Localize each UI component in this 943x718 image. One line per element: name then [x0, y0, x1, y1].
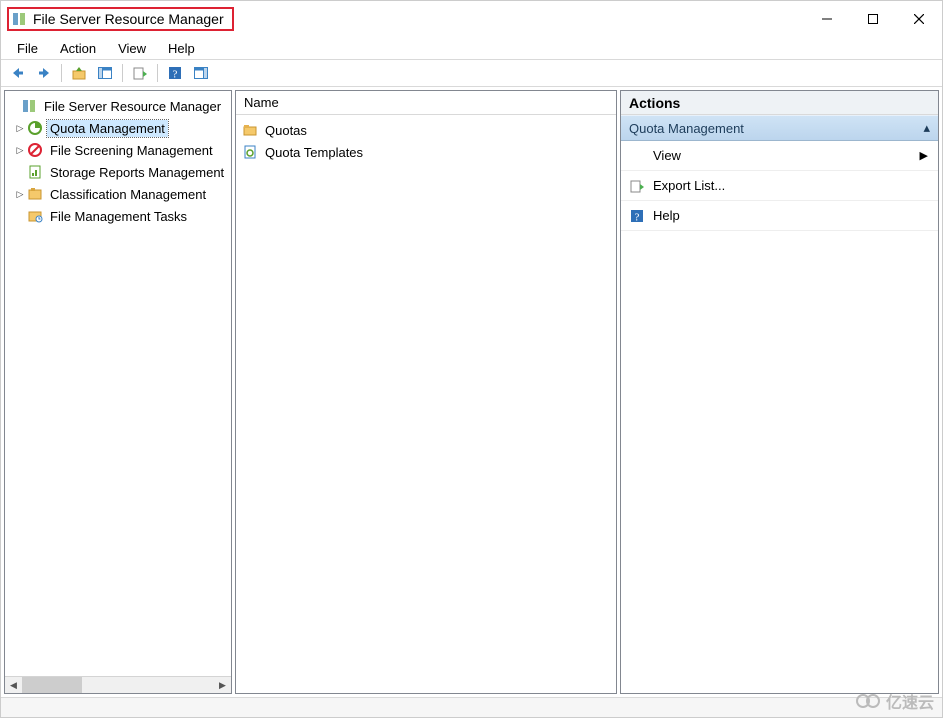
blank-icon	[629, 148, 645, 164]
list-body: Quotas Quota Templates	[236, 115, 616, 693]
file-screen-icon	[27, 142, 43, 158]
tree-item-file-screening[interactable]: ▷ File Screening Management	[5, 139, 231, 161]
actions-item-help[interactable]: ? Help	[621, 201, 938, 231]
tree-pane: File Server Resource Manager ▷ Quota Man…	[4, 90, 232, 694]
folder-icon	[242, 122, 258, 138]
tree-item-quota-management[interactable]: ▷ Quota Management	[5, 117, 231, 139]
minimize-button[interactable]	[804, 1, 850, 37]
tree-item-label: Classification Management	[47, 186, 209, 203]
export-list-button[interactable]	[129, 62, 151, 84]
svg-text:?: ?	[635, 211, 640, 223]
submenu-arrow-icon: ▶	[920, 149, 928, 162]
tree-twisty-icon[interactable]: ▷	[13, 189, 27, 200]
scrollbar-track[interactable]	[22, 677, 214, 693]
actions-section-header[interactable]: Quota Management ▴	[621, 115, 938, 141]
tree-item-storage-reports[interactable]: Storage Reports Management	[5, 161, 231, 183]
list-item-quotas[interactable]: Quotas	[240, 119, 612, 141]
tree-item-label: Storage Reports Management	[47, 164, 227, 181]
list-header-name: Name	[244, 95, 279, 110]
maximize-button[interactable]	[850, 1, 896, 37]
file-tasks-icon	[27, 208, 43, 224]
classification-icon	[27, 186, 43, 202]
list-item-label: Quotas	[262, 122, 310, 139]
reports-icon	[27, 164, 43, 180]
help-icon: ?	[629, 208, 645, 224]
window-controls	[804, 1, 942, 37]
help-button[interactable]: ?	[164, 62, 186, 84]
tree-item-label: File Screening Management	[47, 142, 216, 159]
toolbar-separator	[122, 64, 123, 82]
menu-file[interactable]: File	[7, 39, 48, 58]
fsrm-icon	[21, 98, 37, 114]
list-column-header[interactable]: Name	[236, 91, 616, 115]
tree-root-label: File Server Resource Manager	[41, 98, 224, 115]
app-icon	[11, 11, 27, 27]
menu-action[interactable]: Action	[50, 39, 106, 58]
show-hide-tree-button[interactable]	[94, 62, 116, 84]
template-icon	[242, 144, 258, 160]
list-pane: Name Quotas Quota Templates	[235, 90, 617, 694]
window-title: File Server Resource Manager	[33, 11, 224, 27]
close-button[interactable]	[896, 1, 942, 37]
actions-pane: Actions Quota Management ▴ View ▶ Export…	[620, 90, 939, 694]
quota-icon	[27, 120, 43, 136]
toolbar-separator	[157, 64, 158, 82]
actions-title: Actions	[621, 91, 938, 115]
horizontal-scrollbar[interactable]: ◀ ▶	[5, 676, 231, 693]
tree-twisty-icon[interactable]: ▷	[13, 123, 27, 134]
body: File Server Resource Manager ▷ Quota Man…	[1, 87, 942, 697]
tree-content: File Server Resource Manager ▷ Quota Man…	[5, 91, 231, 676]
statusbar	[1, 697, 942, 717]
actions-item-label: Export List...	[653, 178, 725, 193]
menubar: File Action View Help	[1, 37, 942, 59]
titlebar: File Server Resource Manager	[1, 1, 942, 37]
menu-view[interactable]: View	[108, 39, 156, 58]
tree-twisty-icon[interactable]: ▷	[13, 145, 27, 156]
actions-item-export[interactable]: Export List...	[621, 171, 938, 201]
actions-item-view[interactable]: View ▶	[621, 141, 938, 171]
tree-item-label: File Management Tasks	[47, 208, 190, 225]
actions-section-label: Quota Management	[629, 121, 744, 136]
forward-button[interactable]	[33, 62, 55, 84]
title-highlight: File Server Resource Manager	[7, 7, 234, 31]
up-folder-button[interactable]	[68, 62, 90, 84]
actions-item-label: Help	[653, 208, 680, 223]
list-item-quota-templates[interactable]: Quota Templates	[240, 141, 612, 163]
back-button[interactable]	[7, 62, 29, 84]
actions-item-label: View	[653, 148, 681, 163]
tree-item-file-tasks[interactable]: File Management Tasks	[5, 205, 231, 227]
tree-item-label: Quota Management	[47, 120, 168, 137]
toolbar: ?	[1, 59, 942, 87]
scroll-left-button[interactable]: ◀	[5, 677, 22, 694]
app-window: File Server Resource Manager File Action…	[0, 0, 943, 718]
tree-root[interactable]: File Server Resource Manager	[5, 95, 231, 117]
list-item-label: Quota Templates	[262, 144, 366, 161]
toolbar-separator	[61, 64, 62, 82]
tree-item-classification[interactable]: ▷ Classification Management	[5, 183, 231, 205]
show-hide-action-pane-button[interactable]	[190, 62, 212, 84]
svg-text:?: ?	[173, 69, 178, 81]
collapse-icon: ▴	[923, 120, 930, 136]
export-icon	[629, 178, 645, 194]
scroll-right-button[interactable]: ▶	[214, 677, 231, 694]
menu-help[interactable]: Help	[158, 39, 205, 58]
scrollbar-thumb[interactable]	[22, 677, 82, 693]
